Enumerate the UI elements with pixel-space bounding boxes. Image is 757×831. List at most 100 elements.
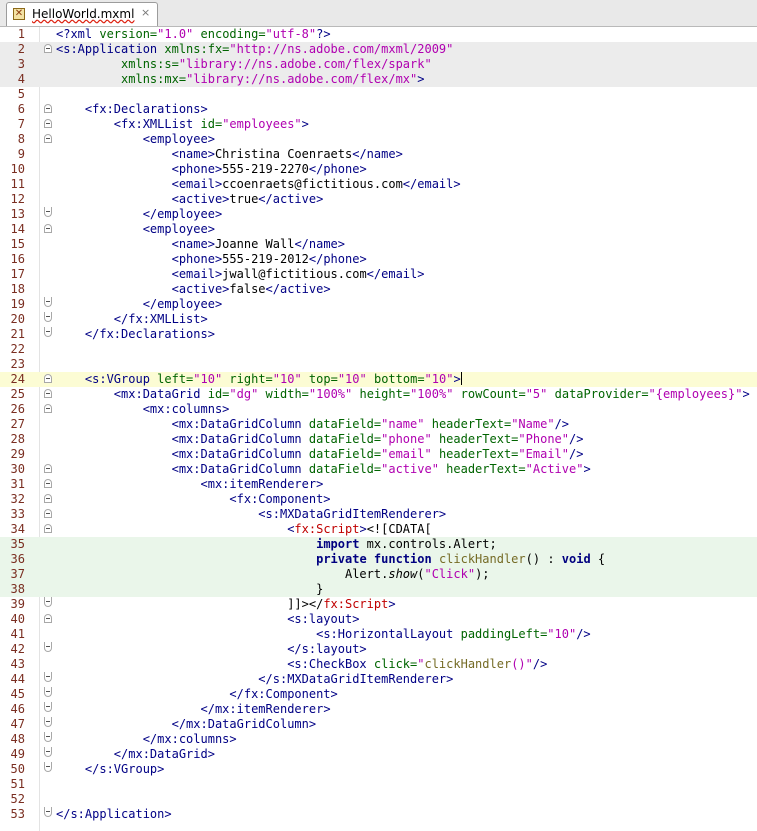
fold-collapse-icon[interactable] [44,404,52,413]
code-token: <active> [171,192,230,206]
code-line[interactable]: 35 import mx.controls.Alert; [0,537,757,552]
code-line[interactable]: 17 <email>jwall@fictitious.com</email> [0,267,757,282]
fold-collapse-icon[interactable] [44,119,52,128]
code-line[interactable]: 41 <s:HorizontalLayout paddingLeft="10"/… [0,627,757,642]
code-line[interactable]: 52 [0,792,757,807]
code-token: id= [200,117,223,131]
code-token: <name> [171,237,215,251]
fold-collapse-icon[interactable] [44,614,52,623]
code-line[interactable]: 28 <mx:DataGridColumn dataField="phone" … [0,432,757,447]
fold-collapse-icon[interactable] [44,494,52,503]
tab-helloworld-mxml[interactable]: ✕ HelloWorld.mxml × [6,2,158,26]
code-line[interactable]: 25 <mx:DataGrid id="dg" width="100%" hei… [0,387,757,402]
fold-end-icon[interactable] [44,687,52,697]
code-line[interactable]: 40 <s:layout> [0,612,757,627]
fold-end-icon[interactable] [44,762,52,772]
code-line[interactable]: 36 private function clickHandler() : voi… [0,552,757,567]
code-line[interactable]: 31 <mx:itemRenderer> [0,477,757,492]
code-line[interactable]: 22 [0,342,757,357]
code-line[interactable]: 13 </employee> [0,207,757,222]
line-number: 28 [10,432,25,446]
line-text: </mx:DataGridColumn> [56,717,317,732]
code-line[interactable]: 24 <s:VGroup left="10" right="10" top="1… [0,372,757,387]
code-line[interactable]: 48 </mx:columns> [0,732,757,747]
code-line[interactable]: 1 <?xml version="1.0" encoding="utf-8"?> [0,27,757,42]
fold-collapse-icon[interactable] [44,104,52,113]
fold-end-icon[interactable] [44,597,52,607]
code-line[interactable]: 32 <fx:Component> [0,492,757,507]
code-line[interactable]: 23 [0,357,757,372]
fold-collapse-icon[interactable] [44,374,52,383]
code-token: "5" [525,387,548,401]
fold-end-icon[interactable] [44,732,52,742]
code-line[interactable]: 33 <s:MXDataGridItemRenderer> [0,507,757,522]
fold-end-icon[interactable] [44,297,52,307]
code-line[interactable]: 14 <employee> [0,222,757,237]
code-line[interactable]: 12 <active>true</active> [0,192,757,207]
code-line[interactable]: 4 xmlns:mx="library://ns.adobe.com/flex/… [0,72,757,87]
code-line[interactable]: 30 <mx:DataGridColumn dataField="active"… [0,462,757,477]
code-line[interactable]: 43 <s:CheckBox click="clickHandler()"/> [0,657,757,672]
code-line[interactable]: 44 </s:MXDataGridItemRenderer> [0,672,757,687]
fold-end-icon[interactable] [44,327,52,337]
code-line[interactable]: 37 Alert.show("Click"); [0,567,757,582]
fold-end-icon[interactable] [44,702,52,712]
fold-collapse-icon[interactable] [44,224,52,233]
code-line[interactable]: 47 </mx:DataGridColumn> [0,717,757,732]
code-line[interactable]: 46 </mx:itemRenderer> [0,702,757,717]
fold-collapse-icon[interactable] [44,464,52,473]
code-line[interactable]: 21 </fx:Declarations> [0,327,757,342]
code-line[interactable]: 45 </fx:Component> [0,687,757,702]
fold-end-icon[interactable] [44,642,52,652]
code-line[interactable]: 2 <s:Application xmlns:fx="http://ns.adob… [0,42,757,57]
fold-end-icon[interactable] [44,312,52,322]
code-line[interactable]: 8 <employee> [0,132,757,147]
code-line[interactable]: 10 <phone>555-219-2270</phone> [0,162,757,177]
fold-collapse-icon[interactable] [44,509,52,518]
code-token: Christina Coenraets [214,147,353,161]
code-line[interactable]: 20 </fx:XMLList> [0,312,757,327]
code-token: /> [576,627,591,641]
code-line[interactable]: 42 </s:layout> [0,642,757,657]
code-line[interactable]: 6 <fx:Declarations> [0,102,757,117]
code-line[interactable]: 7 <fx:XMLList id="employees"> [0,117,757,132]
code-editor[interactable]: 1 <?xml version="1.0" encoding="utf-8"?> 2… [0,27,757,822]
fold-collapse-icon[interactable] [44,389,52,398]
line-number: 49 [10,747,25,761]
fold-end-icon[interactable] [44,747,52,757]
code-line[interactable]: 53 </s:Application> [0,807,757,822]
code-line[interactable]: 38 } [0,582,757,597]
code-token: "employees" [222,117,302,131]
code-token: <phone> [171,252,223,266]
code-line[interactable]: 9 <name>Christina Coenraets</name> [0,147,757,162]
fold-collapse-icon[interactable] [44,134,52,143]
fold-end-icon[interactable] [44,717,52,727]
code-line[interactable]: 51 [0,777,757,792]
fold-end-icon[interactable] [44,807,52,817]
line-text: <mx:DataGridColumn dataField="phone" hea… [56,432,584,447]
code-line[interactable]: 19 </employee> [0,297,757,312]
code-line[interactable]: 11 <email>ccoenraets@fictitious.com</ema… [0,177,757,192]
code-line[interactable]: 27 <mx:DataGridColumn dataField="name" h… [0,417,757,432]
code-line[interactable]: 50 </s:VGroup> [0,762,757,777]
code-line[interactable]: 39 ]]></fx:Script> [0,597,757,612]
code-line[interactable]: 3 xmlns:s="library://ns.adobe.com/flex/s… [0,57,757,72]
code-token: <mx:DataGrid [113,387,208,401]
fold-end-icon[interactable] [44,207,52,217]
close-icon[interactable]: × [141,6,150,20]
code-token: "email" [381,447,432,461]
fold-collapse-icon[interactable] [44,44,52,53]
code-line[interactable]: 15 <name>Joanne Wall</name> [0,237,757,252]
line-text: ]]></fx:Script> [56,597,395,612]
code-line[interactable]: 29 <mx:DataGridColumn dataField="email" … [0,447,757,462]
fold-collapse-icon[interactable] [44,524,52,533]
code-line[interactable]: 34 <fx:Script><![CDATA[ [0,522,757,537]
fold-collapse-icon[interactable] [44,479,52,488]
code-line[interactable]: 26 <mx:columns> [0,402,757,417]
code-line[interactable]: 49 </mx:DataGrid> [0,747,757,762]
code-line[interactable]: 5 [0,87,757,102]
code-line[interactable]: 16 <phone>555-219-2012</phone> [0,252,757,267]
code-line[interactable]: 18 <active>false</active> [0,282,757,297]
fold-end-icon[interactable] [44,672,52,682]
